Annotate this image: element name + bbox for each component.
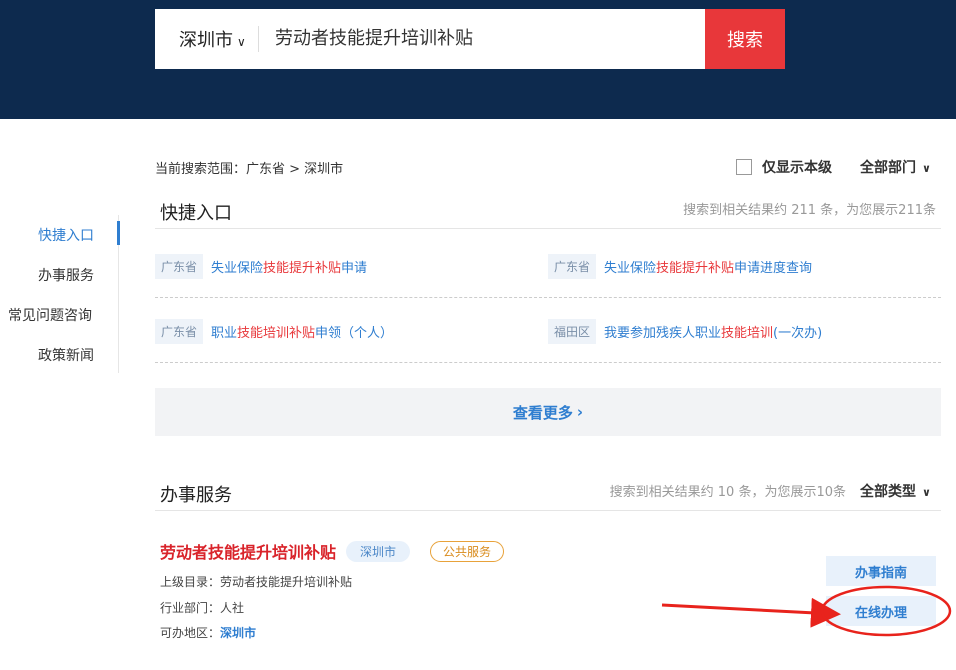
quick-entry-title: 快捷入口 xyxy=(160,203,232,224)
quick-link-text: 失业保险技能提升补贴申请 xyxy=(211,261,368,276)
quick-link[interactable]: 广东省 失业保险技能提升补贴申请 xyxy=(155,254,367,279)
quick-link-text: 职业技能培训补贴申领（个人） xyxy=(211,326,394,341)
online-apply-button[interactable]: 在线办理 xyxy=(826,596,936,626)
search-divider xyxy=(258,26,259,52)
view-more-label: 查看更多 xyxy=(512,403,573,422)
search-button[interactable]: 搜索 xyxy=(705,9,785,69)
sidenav-item-policy-news[interactable]: 政策新闻 xyxy=(38,345,94,365)
sidenav-item-services[interactable]: 办事服务 xyxy=(38,265,94,285)
only-local-checkbox[interactable] xyxy=(736,159,752,175)
service-guide-button[interactable]: 办事指南 xyxy=(826,556,936,586)
region-tag: 福田区 xyxy=(548,319,597,344)
services-divider xyxy=(155,510,941,511)
all-types-label: 全部类型 xyxy=(860,484,916,500)
services-count: 搜索到相关结果约 10 条，为您展示10条 xyxy=(609,485,846,500)
search-bar: 深圳市 ∨ 搜索 xyxy=(155,9,785,69)
quick-entry-count: 搜索到相关结果约 211 条，为您展示211条 xyxy=(683,203,936,218)
region-tag: 广东省 xyxy=(155,254,204,279)
sidenav-item-quick-entry[interactable]: 快捷入口 xyxy=(38,225,94,245)
city-selector[interactable]: 深圳市 ∨ xyxy=(179,26,246,52)
service-type-badge: 公共服务 xyxy=(430,541,505,562)
chevron-down-icon: ∨ xyxy=(237,35,246,49)
city-selector-label: 深圳市 xyxy=(179,30,233,51)
all-types-dropdown[interactable]: 全部类型 ∨ xyxy=(860,481,931,501)
region-tag: 广东省 xyxy=(155,319,204,344)
top-header: 深圳市 ∨ 搜索 xyxy=(0,0,956,119)
quick-link[interactable]: 福田区 我要参加残疾人职业技能培训(一次办) xyxy=(548,319,822,344)
annotation-arrow xyxy=(661,597,841,628)
side-nav: 快捷入口 办事服务 常见问题咨询 政策新闻 xyxy=(0,215,120,373)
region-link[interactable]: 深圳市 xyxy=(220,626,256,640)
quick-link-text: 我要参加残疾人职业技能培训(一次办) xyxy=(604,326,823,341)
services-title: 办事服务 xyxy=(160,485,232,506)
only-local-toggle[interactable]: 仅显示本级 xyxy=(736,157,832,177)
chevron-down-icon: ∨ xyxy=(922,486,931,499)
quick-link[interactable]: 广东省 失业保险技能提升补贴申请进度查询 xyxy=(548,254,812,279)
quick-entry-divider xyxy=(155,228,941,229)
row-divider xyxy=(155,297,941,298)
search-input[interactable] xyxy=(273,25,697,48)
service-region: 可办地区：深圳市 xyxy=(160,626,257,640)
region-tag: 广东省 xyxy=(548,254,597,279)
view-more-button[interactable]: 查看更多 › xyxy=(155,388,941,436)
quick-link-text: 失业保险技能提升补贴申请进度查询 xyxy=(604,261,813,276)
quick-link[interactable]: 广东省 职业技能培训补贴申领（个人） xyxy=(155,319,393,344)
all-departments-label: 全部部门 xyxy=(860,160,916,176)
only-local-label: 仅显示本级 xyxy=(762,160,832,176)
sidenav-item-faq[interactable]: 常见问题咨询 xyxy=(8,305,92,325)
chevron-right-icon: › xyxy=(576,403,584,421)
all-departments-dropdown[interactable]: 全部部门 ∨ xyxy=(860,157,931,177)
row-divider xyxy=(155,362,941,363)
search-scope: 当前搜索范围：广东省 > 深圳市 xyxy=(155,162,344,177)
service-parent-dir: 上级目录：劳动者技能提升培训补贴 xyxy=(160,575,353,589)
sidenav-active-indicator xyxy=(117,221,120,245)
city-badge: 深圳市 xyxy=(346,541,411,562)
service-department: 行业部门：人社 xyxy=(160,601,245,615)
chevron-down-icon: ∨ xyxy=(922,162,931,175)
service-title-link[interactable]: 劳动者技能提升培训补贴 xyxy=(160,539,336,563)
